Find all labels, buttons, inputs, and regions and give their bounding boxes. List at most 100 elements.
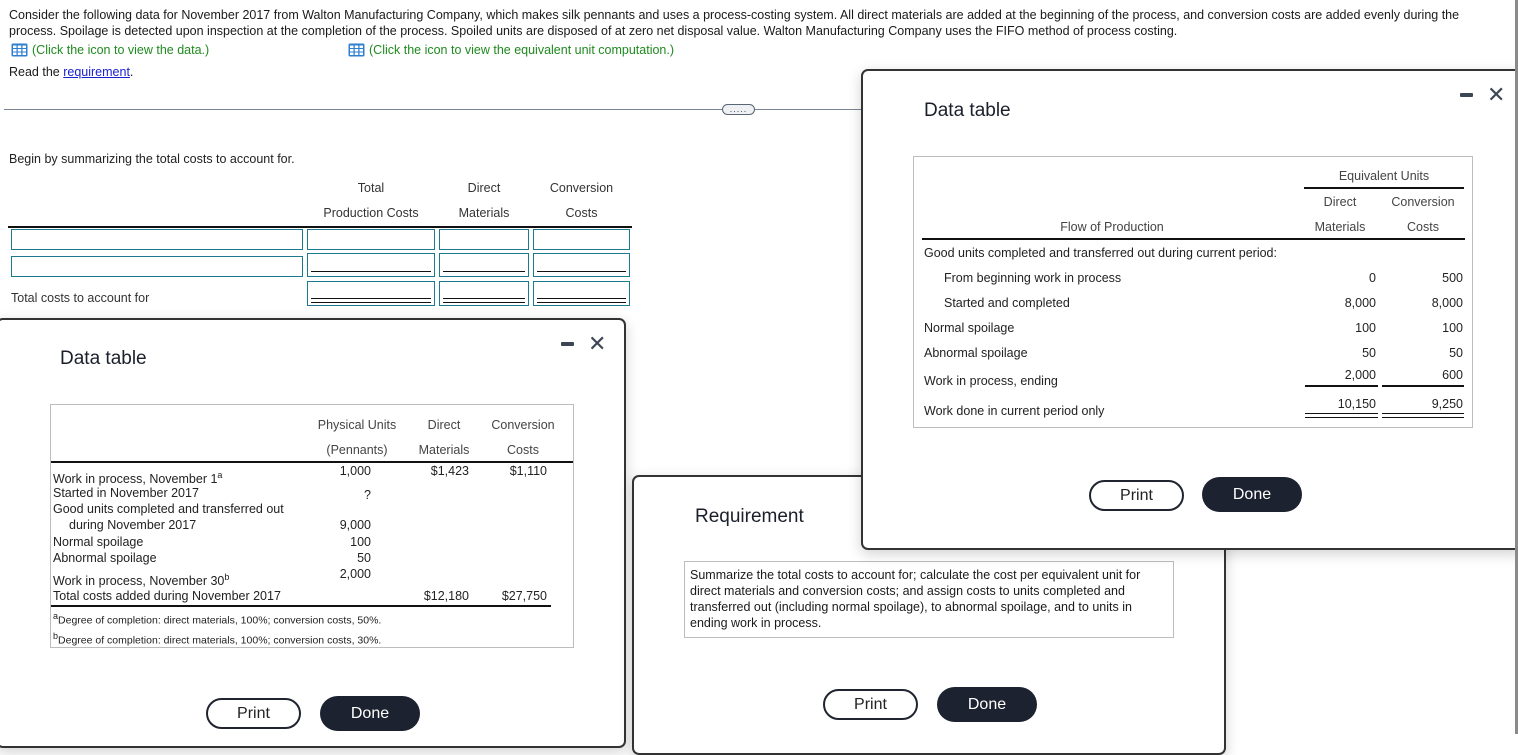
read-requirement-prefix: Read the (9, 65, 64, 79)
table-row-label: Normal spoilage (924, 321, 1015, 335)
total-costs-cc-input[interactable] (533, 281, 630, 306)
row2-label-input[interactable] (11, 256, 303, 277)
row1-total-input[interactable] (307, 229, 435, 250)
header-costs: Costs (507, 443, 539, 457)
header-dm-line1: Direct (467, 181, 501, 195)
table-cell-cc: 100 (1442, 321, 1463, 335)
table-cell-dm: $12,180 (423, 589, 469, 603)
row1-cc-input[interactable] (533, 229, 630, 250)
table-cell-dm: 10,150 (1337, 397, 1376, 411)
table-cell-units: ? (364, 488, 371, 502)
table-row-label: Work in process, November 30b (53, 572, 230, 589)
header-physical-units: Physical Units (317, 418, 397, 432)
table-row-label: during November 2017 (69, 518, 197, 532)
header-cc-line2: Costs (565, 206, 598, 220)
header-flow-of-production: Flow of Production (1060, 220, 1164, 234)
header-total-line1: Total (357, 181, 385, 195)
read-requirement-line: Read the requirement. (9, 65, 133, 79)
header-rule (922, 238, 1465, 240)
header-costs: Costs (1407, 220, 1439, 234)
table-cell-dm: 50 (1362, 346, 1376, 360)
totals-rule (51, 605, 551, 607)
table-cell-cc: 50 (1449, 346, 1463, 360)
header-cc-line1: Conversion (549, 181, 614, 195)
dialog-title: Data table (924, 100, 1011, 121)
total-costs-total-input[interactable] (307, 281, 435, 306)
close-icon[interactable]: ✕ (588, 333, 606, 355)
table-cell-dm: $1,423 (430, 464, 469, 478)
view-equivalent-units-text[interactable]: (Click the icon to view the equivalent u… (369, 43, 674, 57)
table-row-label: Abnormal spoilage (924, 346, 1028, 360)
done-button[interactable]: Done (1202, 477, 1302, 512)
requirement-done-button[interactable]: Done (937, 687, 1037, 722)
requirement-link[interactable]: requirement (63, 65, 130, 79)
underline (537, 270, 626, 272)
table-grid-icon[interactable] (11, 43, 28, 57)
header-dm-line2: Materials (458, 206, 510, 220)
table-row-label: Work in process, ending (924, 374, 1058, 388)
table-cell-dm: 0 (1369, 271, 1376, 285)
problem-statement: Consider the following data for November… (9, 8, 1460, 38)
expand-collapse-button[interactable]: ..... (722, 104, 755, 115)
row1-label-input[interactable] (11, 229, 303, 250)
view-data-text[interactable]: (Click the icon to view the data.) (32, 43, 209, 57)
table-cell-dm: 100 (1355, 321, 1376, 335)
table-cell-cc: 8,000 (1431, 296, 1463, 310)
table-cell-dm: 2,000 (1344, 368, 1376, 382)
header-rule (8, 226, 632, 228)
total-double-rule-cc (1382, 413, 1464, 418)
table-row-label: Total costs added during November 2017 (53, 589, 281, 603)
header-equivalent-units: Equivalent Units (1338, 169, 1430, 183)
dialog-title: Requirement (695, 506, 804, 527)
table-row-label: Normal spoilage (53, 535, 144, 549)
requirement-print-button[interactable]: Print (823, 689, 918, 720)
print-button[interactable]: Print (206, 698, 301, 729)
total-double-rule-dm (1305, 413, 1378, 418)
view-data-link[interactable]: (Click the icon to view the data.) (11, 43, 209, 57)
underline (443, 270, 525, 272)
header-materials: Materials (1314, 220, 1366, 234)
minimize-icon[interactable] (1460, 93, 1473, 97)
close-icon[interactable]: ✕ (1487, 84, 1505, 106)
view-equivalent-units-link[interactable]: (Click the icon to view the equivalent u… (348, 43, 674, 57)
table-grid-icon[interactable] (348, 43, 365, 57)
subtotal-rule-dm (1305, 385, 1378, 387)
table-cell-cc: 600 (1442, 368, 1463, 382)
row1-dm-input[interactable] (439, 229, 529, 250)
print-button[interactable]: Print (1089, 480, 1184, 511)
table-row-label: From beginning work in process (944, 271, 1122, 285)
double-underline (537, 298, 626, 303)
double-underline (311, 298, 431, 303)
header-total-line2: Production Costs (323, 206, 419, 220)
table-cell-cc: $1,110 (509, 464, 547, 478)
minimize-icon[interactable] (561, 342, 574, 346)
row2-cc-input[interactable] (533, 253, 630, 277)
physical-units-table: Physical Units (Pennants) Direct Materia… (50, 404, 574, 648)
data-table-dialog-1: Data table ✕ Physical Units (Pennants) D… (0, 318, 626, 748)
requirement-text: Summarize the total costs to account for… (684, 561, 1174, 638)
row2-dm-input[interactable] (439, 253, 529, 277)
subtotal-rule-cc (1382, 385, 1464, 387)
double-underline (443, 298, 525, 303)
table-row-label: Abnormal spoilage (53, 551, 157, 565)
done-button[interactable]: Done (320, 696, 420, 731)
equivalent-units-table: Equivalent Units Direct Materials Conver… (913, 156, 1473, 428)
group-rule (1304, 187, 1464, 189)
total-costs-dm-input[interactable] (439, 281, 529, 306)
header-pennants: (Pennants) (326, 443, 388, 457)
row2-total-input[interactable] (307, 253, 435, 277)
table-cell-units: 50 (357, 551, 371, 565)
table-row-label: Started in November 2017 (53, 486, 199, 500)
table-cell-cc: 500 (1442, 271, 1463, 285)
header-conversion: Conversion (491, 418, 555, 432)
header-direct: Direct (427, 418, 461, 432)
table-cell-units: 2,000 (339, 567, 371, 581)
table-row-label: Good units completed and transferred out… (924, 246, 1277, 260)
underline (311, 270, 431, 272)
table-row-label: Work done in current period only (924, 404, 1105, 418)
table-cell-units: 100 (350, 535, 371, 549)
table-row-label: Started and completed (944, 296, 1070, 310)
table-cell-units: 9,000 (339, 518, 371, 532)
read-requirement-suffix: . (129, 65, 134, 79)
header-total-production-costs: Total Production Costs (306, 176, 436, 226)
